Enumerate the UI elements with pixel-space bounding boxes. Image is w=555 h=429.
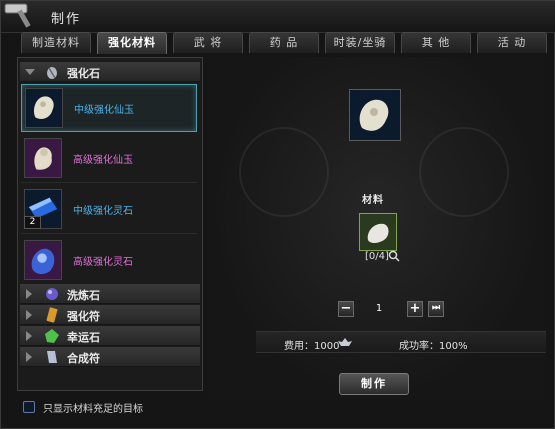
white-jade-icon xyxy=(25,88,63,128)
recipe-item-label: 高级强化仙玉 xyxy=(73,155,133,166)
group-lucky-stone[interactable]: 幸运石 xyxy=(20,326,200,346)
fee-text: 费用：1000 xyxy=(284,341,340,352)
filter-checkbox[interactable] xyxy=(23,401,35,413)
chevron-right-icon xyxy=(26,289,32,299)
tab-generals[interactable]: 武 将 xyxy=(173,32,243,53)
crafting-window: 制作 制造材料 强化材料 武 将 药 品 时装/坐骑 其 他 活 动 强化石 中… xyxy=(0,0,555,429)
filter-label: 只显示材料充足的目标 xyxy=(43,404,143,415)
green-gem-icon xyxy=(45,329,59,343)
hammer-icon xyxy=(4,3,31,28)
recipe-item[interactable]: 中级强化仙玉 xyxy=(21,84,197,132)
scroll-icon xyxy=(47,351,57,363)
materials-label: 材料 xyxy=(362,195,384,206)
title-bar[interactable]: 制作 xyxy=(1,1,555,33)
chevron-right-icon xyxy=(26,310,32,320)
chevron-right-icon xyxy=(26,352,32,362)
craft-info-bar: 费用：1000 成功率：100% xyxy=(256,331,546,353)
silver-ingot-icon xyxy=(338,338,352,346)
group-label: 洗炼石 xyxy=(67,289,100,302)
group-refine-stone[interactable]: 洗炼石 xyxy=(20,284,200,304)
increase-button[interactable]: + xyxy=(407,301,423,317)
white-stone-icon xyxy=(367,223,389,243)
tab-potions[interactable]: 药 品 xyxy=(249,32,319,53)
item-count-badge: 2 xyxy=(24,216,41,229)
quantity-field[interactable]: 1 xyxy=(359,301,399,317)
tab-fashion-mounts[interactable]: 时装/坐骑 xyxy=(325,32,395,53)
tab-other[interactable]: 其 他 xyxy=(401,32,471,53)
group-label: 强化石 xyxy=(67,67,100,80)
category-tabs: 制造材料 强化材料 武 将 药 品 时装/坐骑 其 他 活 动 xyxy=(15,32,547,54)
group-enhance-talisman[interactable]: 强化符 xyxy=(20,305,200,325)
decorative-pattern xyxy=(239,127,329,217)
purple-orb-icon xyxy=(46,288,58,300)
jade-figure-icon xyxy=(24,138,62,178)
recipe-item[interactable]: 2 中级强化灵石 xyxy=(21,186,197,234)
recipe-item-label: 中级强化仙玉 xyxy=(74,105,134,116)
chevron-right-icon xyxy=(26,331,32,341)
recipe-item[interactable]: 高级强化灵石 xyxy=(21,237,197,285)
craft-button[interactable]: 制作 xyxy=(339,373,409,395)
tab-events[interactable]: 活 动 xyxy=(477,32,547,53)
chevron-down-icon xyxy=(25,69,35,75)
recipe-list: 强化石 中级强化仙玉 高级强化仙玉 2 中级强化灵石 高级强化灵石 洗炼石 强化… xyxy=(17,57,203,391)
group-label: 幸运石 xyxy=(67,331,100,344)
max-button[interactable]: ⏭ xyxy=(428,301,444,317)
purple-spirit-stone-icon xyxy=(24,240,62,280)
success-rate-text: 成功率：100% xyxy=(399,341,468,352)
recipe-item[interactable]: 高级强化仙玉 xyxy=(21,135,197,183)
decrease-button[interactable]: − xyxy=(338,301,354,317)
magnify-icon[interactable] xyxy=(388,250,400,262)
recipe-item-label: 中级强化灵石 xyxy=(73,206,133,217)
window-title: 制作 xyxy=(51,12,82,27)
tab-enhance-materials[interactable]: 强化材料 xyxy=(97,32,167,54)
gold-talisman-icon xyxy=(46,307,58,323)
product-slot[interactable] xyxy=(349,89,401,141)
group-synthesis-talisman[interactable]: 合成符 xyxy=(20,347,200,367)
group-label: 强化符 xyxy=(67,310,100,323)
group-label: 合成符 xyxy=(67,352,100,365)
white-jade-icon xyxy=(359,99,389,131)
decorative-pattern xyxy=(419,127,509,217)
group-enhance-stone[interactable]: 强化石 xyxy=(20,62,200,82)
feather-stone-icon xyxy=(47,67,57,79)
material-count: [0/4] xyxy=(365,251,389,262)
recipe-item-label: 高级强化灵石 xyxy=(73,257,133,268)
material-slot[interactable] xyxy=(359,213,397,251)
tab-manufacturing-materials[interactable]: 制造材料 xyxy=(21,32,91,53)
